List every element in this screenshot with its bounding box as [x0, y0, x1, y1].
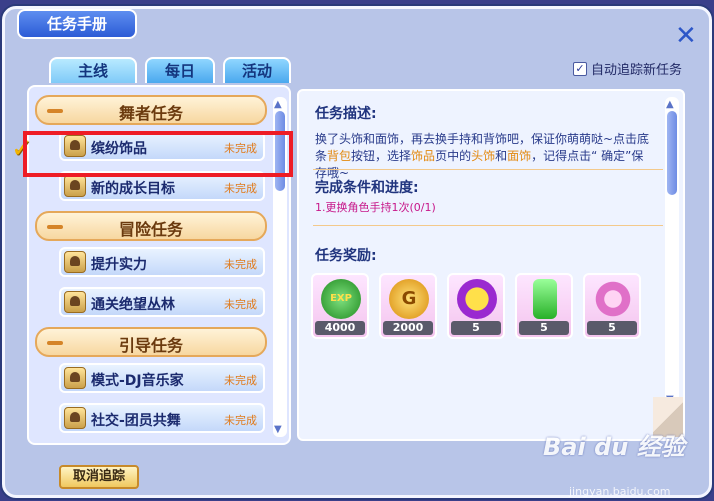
- task-name: 新的成长目标: [91, 181, 175, 197]
- task-item-social[interactable]: 社交-团员共舞 未完成: [59, 403, 265, 433]
- reward-title: 任务奖励:: [315, 248, 377, 264]
- tab-daily[interactable]: 每日: [145, 57, 215, 83]
- task-name: 提升实力: [91, 257, 147, 273]
- reward-count: 5: [519, 321, 569, 335]
- flower-icon: [593, 279, 633, 319]
- task-status: 未完成: [224, 298, 257, 311]
- task-status: 未完成: [224, 374, 257, 387]
- scroll-up-icon[interactable]: ▲: [666, 99, 674, 110]
- reward-count: 4000: [315, 321, 365, 335]
- category-label: 冒险任务: [118, 220, 183, 239]
- exp-icon: EXP: [321, 279, 361, 319]
- desc-title: 任务描述:: [315, 106, 377, 122]
- category-dancer[interactable]: 舞者任务: [35, 95, 267, 125]
- watermark-url: jingyan.baidu.com: [569, 485, 671, 498]
- task-description: 换了头饰和面饰，再去换手持和背饰吧，保证你萌萌哒~点击底条背包按钮，选择饰品页中…: [315, 132, 650, 180]
- scroll-up-icon[interactable]: ▲: [274, 99, 282, 110]
- gold-coin-icon: G: [389, 279, 429, 319]
- checkbox-icon[interactable]: ✓: [573, 61, 587, 76]
- reward-count: 5: [451, 321, 501, 335]
- reward-emoji: 5: [447, 273, 505, 339]
- detail-scrollbar[interactable]: ▲ ▼: [665, 97, 679, 407]
- adventure-icon: [64, 291, 86, 313]
- task-item-dj[interactable]: 模式-DJ音乐家 未完成: [59, 363, 265, 393]
- emoji-icon: [457, 279, 497, 319]
- task-manual-window: 任务手册 ✕ 主线 每日 活动 ✓ 自动追踪新任务 舞者任务 缤纷饰品 未完成 …: [2, 6, 712, 498]
- reward-potion: 5: [515, 273, 573, 339]
- potion-icon: [533, 279, 557, 319]
- task-status: 未完成: [224, 258, 257, 271]
- task-name: 社交-团员共舞: [91, 413, 181, 429]
- close-icon[interactable]: ✕: [675, 23, 697, 49]
- level-icon: [64, 175, 86, 197]
- selection-highlight: [23, 131, 293, 177]
- scrollbar-thumb[interactable]: [667, 111, 677, 195]
- cond-title: 完成条件和进度:: [315, 180, 419, 196]
- reward-gold: G 2000: [379, 273, 437, 339]
- tab-main[interactable]: 主线: [49, 57, 137, 83]
- divider: [313, 225, 663, 226]
- auto-track-label: 自动追踪新任务: [591, 63, 683, 78]
- task-name: 通关绝望丛林: [91, 297, 175, 313]
- reward-count: 5: [587, 321, 637, 335]
- task-item-strength[interactable]: 提升实力 未完成: [59, 247, 265, 277]
- task-status: 未完成: [224, 182, 257, 195]
- watermark-logo: Bai du 经验: [543, 433, 685, 461]
- tab-event[interactable]: 活动: [223, 57, 291, 83]
- guide-icon: [64, 367, 86, 389]
- cancel-track-button[interactable]: 取消追踪: [59, 465, 139, 489]
- task-condition: 1.更换角色手持1次(0/1): [315, 201, 436, 214]
- reward-exp: EXP 4000: [311, 273, 369, 339]
- reward-count: 2000: [383, 321, 433, 335]
- guide-icon: [64, 407, 86, 429]
- task-detail-panel: 任务描述: 换了头饰和面饰，再去换手持和背饰吧，保证你萌萌哒~点击底条背包按钮，…: [297, 89, 685, 441]
- category-adventure[interactable]: 冒险任务: [35, 211, 267, 241]
- task-status: 未完成: [224, 414, 257, 427]
- task-item-jungle[interactable]: 通关绝望丛林 未完成: [59, 287, 265, 317]
- reward-flower: 5: [583, 273, 641, 339]
- auto-track-toggle[interactable]: ✓ 自动追踪新任务: [573, 59, 682, 78]
- category-label: 舞者任务: [118, 104, 183, 123]
- category-label: 引导任务: [118, 336, 183, 355]
- adventure-icon: [64, 251, 86, 273]
- window-title: 任务手册: [17, 9, 137, 39]
- scroll-down-icon[interactable]: ▼: [274, 424, 282, 435]
- task-name: 模式-DJ音乐家: [91, 373, 184, 389]
- category-guide[interactable]: 引导任务: [35, 327, 267, 357]
- divider: [313, 169, 663, 170]
